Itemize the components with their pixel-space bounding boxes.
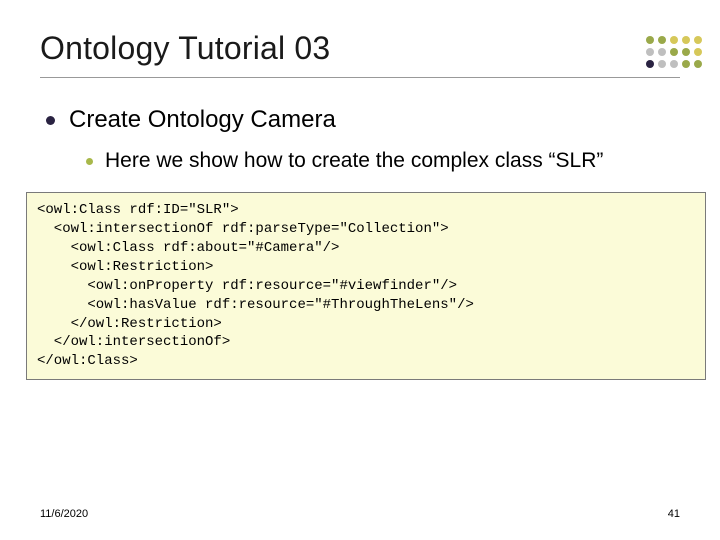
code-line: <owl:Class rdf:about="#Camera"/> (37, 240, 339, 256)
dot-icon (682, 48, 690, 56)
dot-icon (646, 36, 654, 44)
code-line: </owl:Restriction> (37, 316, 222, 332)
footer-page-number: 41 (668, 508, 680, 520)
bullet-icon (46, 116, 55, 125)
code-line: </owl:Class> (37, 353, 138, 369)
dot-icon (670, 36, 678, 44)
dot-icon (646, 48, 654, 56)
footer: 11/6/2020 41 (40, 508, 680, 520)
code-line: <owl:Restriction> (37, 259, 213, 275)
code-line: <owl:intersectionOf rdf:parseType="Colle… (37, 221, 449, 237)
dot-icon (670, 60, 678, 68)
dot-icon (694, 60, 702, 68)
content-area: Create Ontology Camera Here we show how … (40, 106, 680, 380)
title-rule (40, 77, 680, 78)
code-line: <owl:Class rdf:ID="SLR"> (37, 202, 239, 218)
decorative-dots (646, 36, 702, 68)
dot-icon (694, 48, 702, 56)
dot-icon (658, 36, 666, 44)
dot-icon (658, 60, 666, 68)
bullet-icon (86, 158, 93, 165)
slide-title: Ontology Tutorial 03 (40, 30, 680, 67)
slide: Ontology Tutorial 03 Create Ontology Cam… (0, 0, 720, 540)
code-block: <owl:Class rdf:ID="SLR"> <owl:intersecti… (26, 192, 706, 380)
code-line: <owl:onProperty rdf:resource="#viewfinde… (37, 278, 457, 294)
dot-icon (670, 48, 678, 56)
dot-icon (646, 60, 654, 68)
footer-date: 11/6/2020 (40, 508, 88, 520)
bullet-level-2: Here we show how to create the complex c… (86, 148, 680, 174)
code-line: <owl:hasValue rdf:resource="#ThroughTheL… (37, 297, 474, 313)
bullet-text: Here we show how to create the complex c… (105, 148, 603, 174)
dot-icon (694, 36, 702, 44)
bullet-level-1: Create Ontology Camera (46, 106, 680, 134)
code-line: </owl:intersectionOf> (37, 334, 230, 350)
dot-icon (682, 60, 690, 68)
dot-icon (682, 36, 690, 44)
bullet-text: Create Ontology Camera (69, 106, 336, 134)
dot-icon (658, 48, 666, 56)
